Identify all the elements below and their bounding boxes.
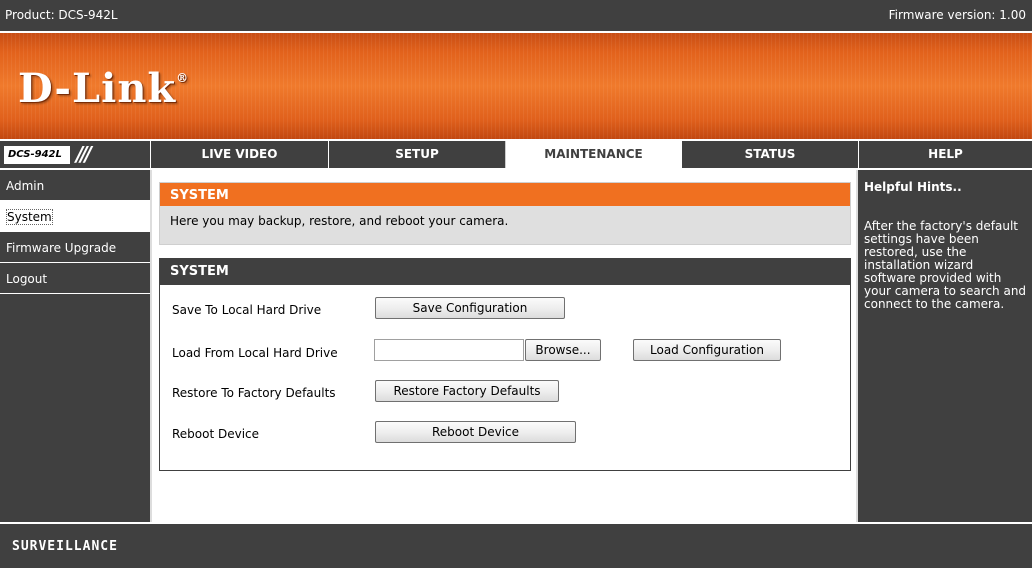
- model-badge: DCS-942L ///: [0, 141, 150, 168]
- system-actions-panel: SYSTEM Save To Local Hard Drive Save Con…: [159, 258, 851, 471]
- restore-factory-defaults-button[interactable]: Restore Factory Defaults: [375, 380, 559, 402]
- save-local-label: Save To Local Hard Drive: [172, 303, 322, 317]
- sidebar-item-label: Firmware Upgrade: [6, 241, 117, 255]
- help-panel: Helpful Hints.. After the factory's defa…: [858, 170, 1032, 522]
- product-name: Product: DCS-942L: [5, 8, 118, 22]
- config-file-input[interactable]: [374, 339, 524, 361]
- sidebar-item-system[interactable]: System: [0, 201, 150, 232]
- sidebar-item-label: System: [6, 209, 53, 225]
- save-configuration-button[interactable]: Save Configuration: [375, 297, 565, 319]
- model-label: DCS-942L: [4, 146, 70, 164]
- reboot-device-button[interactable]: Reboot Device: [375, 421, 576, 443]
- main-nav: DCS-942L /// LIVE VIDEO SETUP MAINTENANC…: [0, 139, 1032, 170]
- sidebar-item-firmware-upgrade[interactable]: Firmware Upgrade: [0, 232, 150, 263]
- model-slashes-decoration: ///: [76, 142, 92, 166]
- tab-help[interactable]: HELP: [858, 141, 1032, 168]
- sidebar-item-admin[interactable]: Admin: [0, 170, 150, 201]
- help-text: After the factory's default settings hav…: [864, 219, 1027, 311]
- top-info-bar: Product: DCS-942L Firmware version: 1.00: [0, 0, 1032, 31]
- reboot-device-label: Reboot Device: [172, 427, 260, 441]
- load-configuration-button[interactable]: Load Configuration: [633, 339, 781, 361]
- logo-registered-mark: ®: [176, 71, 190, 85]
- tab-live-video[interactable]: LIVE VIDEO: [150, 141, 328, 168]
- header-banner: D-Link®: [0, 31, 1032, 139]
- restore-defaults-label: Restore To Factory Defaults: [172, 386, 336, 400]
- dlink-logo: D-Link®: [18, 65, 189, 112]
- section-title: SYSTEM: [160, 183, 850, 207]
- sidebar-item-label: Admin: [6, 179, 45, 193]
- help-title: Helpful Hints..: [864, 180, 962, 194]
- section-title: SYSTEM: [160, 259, 850, 285]
- surveillance-logo: SURVEILLANCE: [12, 539, 118, 554]
- sidebar-item-label: Logout: [6, 272, 48, 286]
- tab-maintenance[interactable]: MAINTENANCE: [505, 141, 681, 168]
- sidebar-item-logout[interactable]: Logout: [0, 263, 150, 294]
- tab-setup[interactable]: SETUP: [328, 141, 505, 168]
- tab-status[interactable]: STATUS: [681, 141, 858, 168]
- load-local-label: Load From Local Hard Drive: [172, 346, 338, 360]
- main-content: SYSTEM Here you may backup, restore, and…: [150, 170, 858, 522]
- section-description: Here you may backup, restore, and reboot…: [170, 214, 509, 228]
- browse-button[interactable]: Browse...: [525, 339, 601, 361]
- logo-text: D-Link: [18, 65, 177, 112]
- left-sidebar: Admin System Firmware Upgrade Logout: [0, 170, 150, 522]
- firmware-version: Firmware version: 1.00: [888, 8, 1026, 22]
- footer: SURVEILLANCE: [0, 522, 1032, 568]
- system-intro-panel: SYSTEM Here you may backup, restore, and…: [159, 182, 851, 245]
